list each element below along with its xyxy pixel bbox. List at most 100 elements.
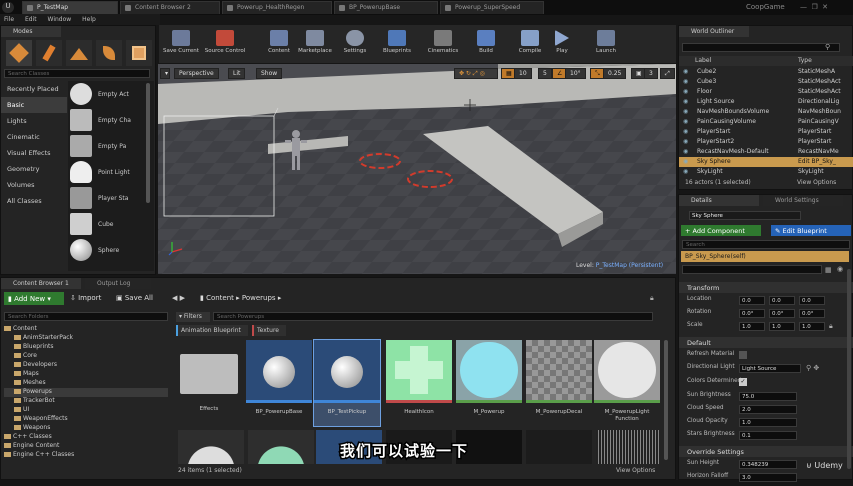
folder-item[interactable]: Content: [4, 325, 168, 334]
place-item-point-light[interactable]: Point Light: [68, 159, 154, 185]
asset-thumbnail[interactable]: [526, 430, 592, 464]
filter-texture[interactable]: Texture: [252, 325, 286, 336]
asset-healthicon[interactable]: HealthIcon: [386, 340, 452, 426]
cinematics-button[interactable]: Cinematics: [421, 25, 465, 63]
browse-icon[interactable]: ⚲ ✥: [806, 364, 819, 372]
colors-determined-checkbox[interactable]: ✓: [739, 378, 747, 386]
place-item-empty-character[interactable]: Empty Cha: [68, 107, 154, 133]
folder-item[interactable]: WeaponEffects: [4, 415, 168, 424]
world-settings-tab[interactable]: World Settings: [763, 195, 843, 206]
folder-item[interactable]: AnimStarterPack: [4, 334, 168, 343]
outliner-row[interactable]: ◉ Cube3 StaticMeshAct: [679, 77, 853, 87]
menu-file[interactable]: File: [4, 16, 14, 23]
outliner-row[interactable]: ◉ Light Source DirectionalLig: [679, 97, 853, 107]
visibility-eye-icon[interactable]: ◉: [683, 78, 688, 85]
rotation-z[interactable]: 0.0°: [799, 309, 825, 318]
folder-item[interactable]: C++ Classes: [4, 433, 168, 442]
outliner-row[interactable]: ◉ PainCausingVolume PainCausingV: [679, 117, 853, 127]
import-button[interactable]: ⇩ Import: [70, 294, 101, 302]
folder-item[interactable]: Engine Content: [4, 442, 168, 451]
marketplace-button[interactable]: Marketplace: [293, 25, 337, 63]
menu-help[interactable]: Help: [82, 16, 96, 23]
visibility-eye-icon[interactable]: ◉: [683, 158, 688, 165]
asset-bp-powerupbase[interactable]: BP_PowerupBase: [246, 340, 312, 426]
tab-bp-powerupbase[interactable]: BP_PowerupBase: [334, 1, 438, 14]
details-search-input[interactable]: [682, 265, 822, 274]
foliage-mode-icon[interactable]: [96, 40, 122, 66]
perspective-button[interactable]: Perspective: [174, 68, 219, 79]
source-control-button[interactable]: Source Control: [203, 25, 247, 63]
column-type[interactable]: Type: [798, 57, 812, 64]
category-lights[interactable]: Lights: [1, 113, 67, 129]
search-folders-input[interactable]: Search Folders: [4, 312, 168, 321]
rotation-y[interactable]: 0.0°: [769, 309, 795, 318]
place-item-sphere[interactable]: Sphere: [68, 237, 154, 263]
filter-animation-blueprint[interactable]: Animation Blueprint: [176, 325, 248, 336]
asset-m-powerup[interactable]: M_Powerup: [456, 340, 522, 426]
content-view-options[interactable]: View Options: [616, 467, 655, 474]
lock-icon[interactable]: 🔒︎: [829, 322, 833, 331]
folder-item[interactable]: Core: [4, 352, 168, 361]
build-button[interactable]: Build: [464, 25, 508, 63]
component-root[interactable]: BP_Sky_Sphere(self): [681, 251, 849, 262]
world-outliner-tab[interactable]: World Outliner: [679, 26, 749, 37]
category-all-classes[interactable]: All Classes: [1, 193, 67, 209]
lock-icon[interactable]: 🔒︎: [650, 294, 654, 303]
refresh-material-checkbox[interactable]: [739, 351, 747, 359]
grid-size-value[interactable]: 5: [538, 68, 552, 79]
asset-thumbnail[interactable]: [248, 430, 314, 464]
visibility-eye-icon[interactable]: ◉: [683, 118, 688, 125]
visibility-eye-icon[interactable]: ◉: [683, 168, 688, 175]
filters-button[interactable]: ▾ Filters: [176, 312, 210, 322]
asset-bp-testpickup[interactable]: BP_TestPickup: [313, 339, 381, 427]
outliner-row[interactable]: ◉ PlayerStart PlayerStart: [679, 127, 853, 137]
asset-m-powerupdecal[interactable]: M_PowerupDecal: [526, 340, 592, 426]
horizon-falloff-field[interactable]: 3.0: [739, 473, 797, 482]
tab-powerup-superspeed[interactable]: Powerup_SuperSpeed: [440, 1, 544, 14]
transform-section[interactable]: Transform: [679, 282, 853, 293]
column-label[interactable]: Label: [695, 57, 711, 64]
visibility-eye-icon[interactable]: ◉: [683, 108, 688, 115]
breadcrumb-content[interactable]: Content: [206, 294, 234, 302]
camera-speed-value[interactable]: 3: [644, 68, 658, 79]
level-viewport[interactable]: ▾ Perspective Lit Show ✥ ↻ ⤢ ◎ ▦ 10 5 ∠ …: [158, 64, 676, 274]
folder-item[interactable]: Blueprints: [4, 343, 168, 352]
launch-button[interactable]: Launch: [584, 25, 628, 63]
actor-name-field[interactable]: Sky Sphere: [689, 211, 801, 220]
window-controls[interactable]: — ❐ ✕: [800, 3, 828, 11]
details-tab[interactable]: Details: [679, 195, 759, 206]
visibility-eye-icon[interactable]: ◉: [683, 68, 688, 75]
grid-view-icon[interactable]: ▦: [825, 266, 832, 274]
place-item-empty-actor[interactable]: Empty Act: [68, 81, 154, 107]
content-browser-tab[interactable]: Content Browser 1: [1, 278, 81, 289]
location-y[interactable]: 0.0: [769, 296, 795, 305]
scale-y[interactable]: 1.0: [769, 322, 795, 331]
outliner-row[interactable]: ◉ Cube2 StaticMeshA: [679, 67, 853, 77]
blueprints-button[interactable]: Blueprints: [375, 25, 419, 63]
default-section[interactable]: Default: [679, 337, 853, 348]
asset-m-poweruplight-function[interactable]: M_PowerupLight Function: [594, 340, 660, 426]
search-assets-input[interactable]: Search Powerups: [213, 312, 653, 321]
outliner-row[interactable]: ◉ PlayerStart2 PlayerStart: [679, 137, 853, 147]
category-geometry[interactable]: Geometry: [1, 161, 67, 177]
outliner-row[interactable]: ◉ RecastNavMesh-Default RecastNavMe: [679, 147, 853, 157]
modes-tab[interactable]: Modes: [1, 26, 61, 37]
folder-item[interactable]: Weapons: [4, 424, 168, 433]
outliner-row[interactable]: ◉ NavMeshBoundsVolume NavMeshBoun: [679, 107, 853, 117]
place-item-empty-pawn[interactable]: Empty Pa: [68, 133, 154, 159]
folder-item[interactable]: Developers: [4, 361, 168, 370]
save-all-button[interactable]: ▣ Save All: [116, 294, 153, 302]
asset-grid-scrollbar[interactable]: [664, 340, 668, 460]
place-item-cube[interactable]: Cube: [68, 211, 154, 237]
scale-x[interactable]: 1.0: [739, 322, 765, 331]
settings-button[interactable]: Settings: [333, 25, 377, 63]
cloud-speed-field[interactable]: 2.0: [739, 405, 797, 414]
visibility-eye-icon[interactable]: ◉: [683, 98, 688, 105]
folder-item[interactable]: TrackerBot: [4, 397, 168, 406]
tab-powerup-healthregen[interactable]: Powerup_HealthRegen: [222, 1, 332, 14]
outliner-view-options[interactable]: View Options: [797, 179, 836, 186]
category-basic[interactable]: Basic: [1, 97, 67, 113]
scale-snap-value[interactable]: 0.25: [603, 68, 627, 79]
eye-icon[interactable]: ◉: [837, 265, 843, 273]
search-classes-input[interactable]: Search Classes: [4, 69, 150, 78]
